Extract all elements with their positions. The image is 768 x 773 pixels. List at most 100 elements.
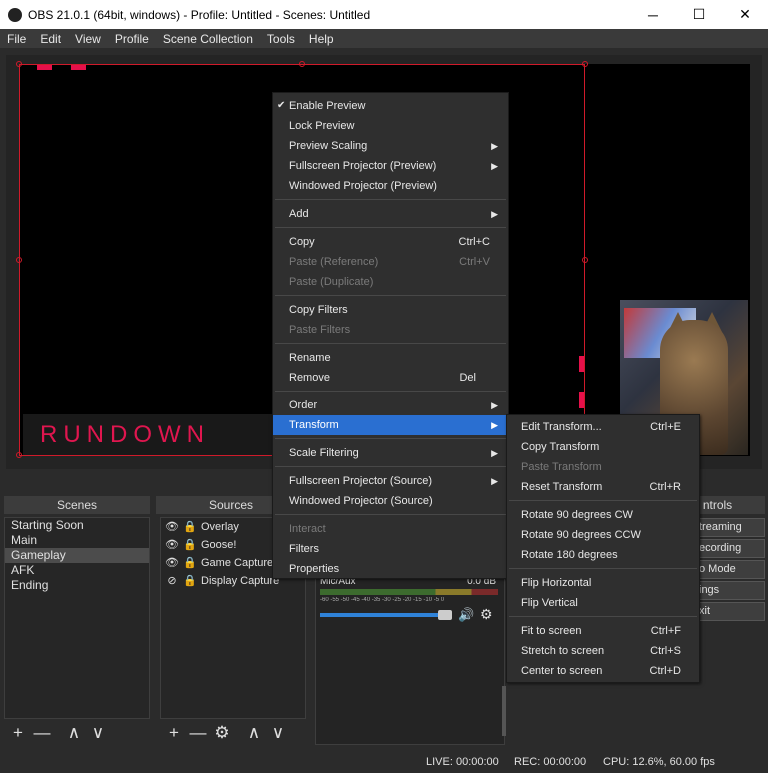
menu-separator <box>275 343 506 344</box>
eye-icon[interactable]: 👁 <box>165 536 179 554</box>
move-up-button[interactable]: ∧ <box>242 723 266 743</box>
resize-handle[interactable] <box>16 257 22 263</box>
add-source-button[interactable]: + <box>162 723 186 743</box>
resize-handle[interactable] <box>582 257 588 263</box>
order-item[interactable]: Order ▶ <box>273 395 508 415</box>
fullscreen-projector-source-item[interactable]: Fullscreen Projector (Source) ▶ <box>273 471 508 491</box>
resize-handle[interactable] <box>299 61 305 67</box>
eye-hidden-icon[interactable]: ⊘ <box>165 572 179 590</box>
scenes-list: Starting Soon Main Gameplay AFK Ending <box>4 517 150 719</box>
move-up-button[interactable]: ∧ <box>62 723 86 743</box>
edit-transform-item[interactable]: Edit Transform... Ctrl+E <box>507 417 699 437</box>
paste-reference-item: Paste (Reference) Ctrl+V <box>273 252 508 272</box>
menu-tools[interactable]: Tools <box>260 32 302 46</box>
transform-item[interactable]: Transform ▶ <box>273 415 508 435</box>
scene-item[interactable]: Main <box>5 533 149 548</box>
copy-transform-item[interactable]: Copy Transform <box>507 437 699 457</box>
move-down-button[interactable]: ∨ <box>266 723 290 743</box>
menu-file[interactable]: File <box>0 32 33 46</box>
sources-toolbar: + — ⚙ ∧ ∨ <box>162 720 290 746</box>
copy-filters-item[interactable]: Copy Filters <box>273 300 508 320</box>
reset-transform-item[interactable]: Reset Transform Ctrl+R <box>507 477 699 497</box>
stretch-to-screen-item[interactable]: Stretch to screen Ctrl+S <box>507 641 699 661</box>
check-icon: ✔ <box>277 100 286 111</box>
remove-item[interactable]: Remove Del <box>273 368 508 388</box>
lock-icon[interactable]: 🔒 <box>183 572 197 590</box>
flip-horizontal-item[interactable]: Flip Horizontal <box>507 573 699 593</box>
cpu-status: CPU: 12.6%, 60.00 fps <box>603 756 715 768</box>
eye-icon[interactable]: 👁 <box>165 518 179 536</box>
lock-preview-item[interactable]: Lock Preview <box>273 116 508 136</box>
windowed-projector-source-item[interactable]: Windowed Projector (Source) <box>273 491 508 511</box>
scene-item-selected[interactable]: Gameplay <box>5 548 149 563</box>
resize-handle[interactable] <box>582 61 588 67</box>
center-to-screen-item[interactable]: Center to screen Ctrl+D <box>507 661 699 681</box>
minimize-button[interactable]: ─ <box>630 0 676 29</box>
submenu-arrow-icon: ▶ <box>491 420 498 430</box>
properties-item[interactable]: Properties <box>273 559 508 579</box>
rotate-cw-item[interactable]: Rotate 90 degrees CW <box>507 505 699 525</box>
move-down-button[interactable]: ∨ <box>86 723 110 743</box>
enable-preview-item[interactable]: ✔ Enable Preview <box>273 96 508 116</box>
eye-icon[interactable]: 👁 <box>165 554 179 572</box>
menu-separator <box>275 199 506 200</box>
resize-handle[interactable] <box>16 452 22 458</box>
shortcut: Del <box>459 372 476 384</box>
source-label: Goose! <box>201 539 237 551</box>
lock-icon[interactable]: 🔒 <box>183 518 197 536</box>
flip-vertical-item[interactable]: Flip Vertical <box>507 593 699 613</box>
menu-edit[interactable]: Edit <box>33 32 68 46</box>
resize-handle[interactable] <box>16 61 22 67</box>
scenes-toolbar: + — ∧ ∨ <box>6 720 110 746</box>
menu-separator <box>275 391 506 392</box>
remove-scene-button[interactable]: — <box>30 723 54 743</box>
submenu-arrow-icon: ▶ <box>491 209 498 219</box>
add-item[interactable]: Add ▶ <box>273 204 508 224</box>
menu-separator <box>275 295 506 296</box>
window-title: OBS 21.0.1 (64bit, windows) - Profile: U… <box>28 7 371 22</box>
paste-duplicate-item: Paste (Duplicate) <box>289 276 374 288</box>
volume-slider-handle[interactable] <box>438 610 452 620</box>
source-properties-gear-icon[interactable]: ⚙ <box>210 723 234 743</box>
context-menu: ✔ Enable Preview Lock Preview Preview Sca… <box>272 92 509 579</box>
mixer-gear-icon[interactable]: ⚙ <box>480 606 493 623</box>
preview-scaling-item[interactable]: Preview Scaling ▶ <box>273 136 508 156</box>
scale-filtering-item[interactable]: Scale Filtering ▶ <box>273 443 508 463</box>
paste-transform-item: Paste Transform <box>521 461 602 473</box>
live-status: LIVE: 00:00:00 <box>426 756 499 768</box>
maximize-button[interactable]: ☐ <box>676 0 722 29</box>
menu-scene-collection[interactable]: Scene Collection <box>156 32 260 46</box>
fit-to-screen-item[interactable]: Fit to screen Ctrl+F <box>507 621 699 641</box>
close-button[interactable]: ✕ <box>722 0 768 29</box>
add-scene-button[interactable]: + <box>6 723 30 743</box>
shortcut: Ctrl+V <box>459 256 490 268</box>
fullscreen-projector-preview-item[interactable]: Fullscreen Projector (Preview) ▶ <box>273 156 508 176</box>
copy-item[interactable]: Copy Ctrl+C <box>273 232 508 252</box>
submenu-arrow-icon: ▶ <box>491 400 498 410</box>
menu-view[interactable]: View <box>68 32 108 46</box>
menu-profile[interactable]: Profile <box>108 32 156 46</box>
remove-source-button[interactable]: — <box>186 723 210 743</box>
obs-logo-icon <box>8 7 22 22</box>
menu-separator <box>275 227 506 228</box>
lock-icon[interactable]: 🔒 <box>183 554 197 572</box>
lock-icon[interactable]: 🔒 <box>183 536 197 554</box>
rotate-180-item[interactable]: Rotate 180 degrees <box>507 545 699 565</box>
scene-item[interactable]: Starting Soon <box>5 518 149 533</box>
mixer-scrollbar[interactable] <box>502 686 506 736</box>
submenu-arrow-icon: ▶ <box>491 161 498 171</box>
scene-item[interactable]: AFK <box>5 563 149 578</box>
menu-separator <box>275 514 506 515</box>
volume-slider[interactable] <box>320 613 452 617</box>
title-bar: OBS 21.0.1 (64bit, windows) - Profile: U… <box>0 0 768 29</box>
menu-separator <box>509 568 697 569</box>
shortcut: Ctrl+S <box>650 645 681 657</box>
speaker-icon[interactable]: 🔊 <box>458 607 474 623</box>
scene-item[interactable]: Ending <box>5 578 149 593</box>
rotate-ccw-item[interactable]: Rotate 90 degrees CCW <box>507 525 699 545</box>
menu-help[interactable]: Help <box>302 32 341 46</box>
filters-item[interactable]: Filters <box>273 539 508 559</box>
windowed-projector-preview-item[interactable]: Windowed Projector (Preview) <box>273 176 508 196</box>
shortcut: Ctrl+E <box>650 421 681 433</box>
rename-item[interactable]: Rename <box>273 348 508 368</box>
